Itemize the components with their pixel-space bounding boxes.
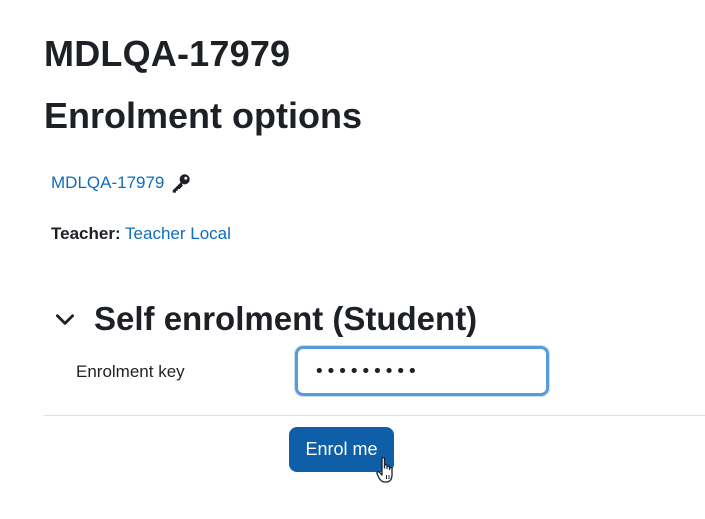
course-title: MDLQA-17979 <box>44 33 291 74</box>
chevron-down-icon[interactable] <box>52 306 78 332</box>
teacher-label: Teacher: <box>51 224 121 243</box>
enrol-me-button[interactable]: Enrol me <box>289 427 394 472</box>
enrolment-key-label: Enrolment key <box>76 362 185 381</box>
self-enrolment-title: Self enrolment (Student) <box>94 300 478 337</box>
course-link[interactable]: MDLQA-17979 <box>51 173 164 193</box>
self-enrolment-header: Self enrolment (Student) <box>52 298 477 340</box>
page-heading: Enrolment options <box>44 95 362 136</box>
key-icon <box>173 174 191 193</box>
form-divider <box>44 415 705 416</box>
enrolment-key-input[interactable] <box>295 346 549 396</box>
teacher-row: Teacher: Teacher Local <box>51 224 231 244</box>
teacher-name-link[interactable]: Teacher Local <box>125 224 231 243</box>
course-link-row: MDLQA-17979 <box>51 172 192 194</box>
enrolment-page: MDLQA-17979 Enrolment options MDLQA-1797… <box>0 0 705 519</box>
